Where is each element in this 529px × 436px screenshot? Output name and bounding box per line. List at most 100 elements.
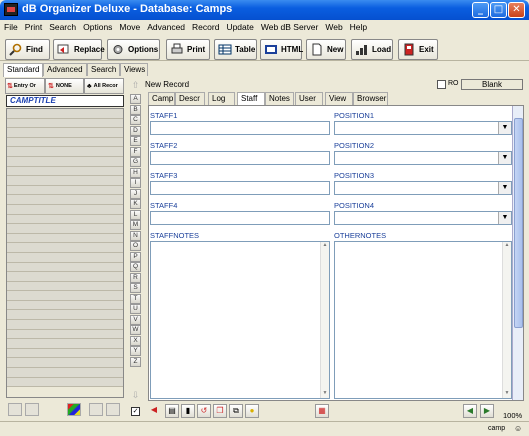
staff4-field[interactable] [150,211,330,225]
list-item[interactable] [7,185,123,196]
list-item[interactable] [7,214,123,225]
list-item[interactable] [7,195,123,205]
list-item[interactable] [7,224,123,234]
list-item[interactable] [7,243,123,253]
html-button[interactable]: HTML [260,39,303,60]
alpha-j[interactable]: J [130,188,141,199]
first-page-icon[interactable] [8,403,22,416]
tab-notes[interactable]: Notes [265,92,294,105]
form-scrollbar[interactable] [512,106,523,400]
trash-icon[interactable]: ▮ [181,404,195,418]
menu-file[interactable]: File [0,20,21,32]
alpha-f[interactable]: F [130,146,141,157]
copy-record-icon[interactable]: ⧉ [229,404,243,418]
alpha-v[interactable]: V [130,314,141,325]
staff1-field[interactable] [150,121,330,135]
blank-button[interactable]: Blank [461,79,523,90]
load-button[interactable]: Load [351,39,393,60]
next-page-icon[interactable] [89,403,103,416]
duplicate-record-icon[interactable]: ❐ [213,404,227,418]
list-item[interactable] [7,204,123,215]
tab-camp[interactable]: Camp [148,92,175,105]
alpha-b[interactable]: B [130,104,141,115]
menu-web-db-server[interactable]: Web dB Server [257,20,321,32]
list-item[interactable] [7,329,123,340]
staff2-field[interactable] [150,151,330,165]
tab-staff[interactable]: Staff [237,92,265,106]
tab-user[interactable]: User [295,92,323,105]
list-item[interactable] [7,320,123,330]
alpha-i[interactable]: I [130,178,141,188]
menu-help[interactable]: Help [346,20,370,32]
position2-select[interactable]: ▼ [334,151,512,165]
close-button[interactable]: ✕ [508,2,525,18]
undo-icon[interactable]: ↺ [197,404,211,418]
lightbulb-icon[interactable]: ● [245,404,259,418]
alpha-x[interactable]: X [130,335,141,346]
print-record-icon[interactable]: ▤ [165,404,179,418]
list-item[interactable] [7,128,123,138]
othernotes-scrollbar[interactable]: ▲ ▼ [502,242,511,398]
alpha-q[interactable]: Q [130,262,141,272]
alpha-k[interactable]: K [130,199,141,209]
scroll-up-icon[interactable]: ▲ [321,242,329,250]
list-item[interactable] [7,272,123,282]
list-item[interactable] [7,281,123,292]
exit-button[interactable]: Exit [398,39,438,60]
list-item[interactable] [7,339,123,349]
none-button[interactable]: ⇅ NONE [45,78,84,94]
tab-descr[interactable]: Descr [175,92,205,105]
tab-advanced[interactable]: Advanced [43,63,87,76]
alpha-s[interactable]: S [130,283,141,293]
alpha-g[interactable]: G [130,157,141,167]
read-only-checkbox[interactable] [437,80,446,89]
alpha-n[interactable]: N [130,230,141,241]
new-button[interactable]: New [306,39,346,60]
list-item[interactable] [7,300,123,311]
tab-standard[interactable]: Standard [3,63,43,77]
list-item[interactable] [7,118,123,129]
menu-update[interactable]: Update [222,20,256,32]
export-icon[interactable]: ▦ [315,404,329,418]
tab-search[interactable]: Search [87,63,120,76]
options-button[interactable]: Options [107,39,160,60]
list-item[interactable] [7,109,123,119]
table-button[interactable]: Table [214,39,257,60]
position1-select[interactable]: ▼ [334,121,512,135]
menu-move[interactable]: Move [115,20,143,32]
prev-page-icon[interactable] [25,403,39,416]
menu-record[interactable]: Record [188,20,222,32]
chevron-down-icon[interactable]: ▼ [498,152,511,164]
list-item[interactable] [7,233,123,244]
select-checkbox[interactable]: ✓ [131,407,140,416]
list-item[interactable] [7,348,123,359]
list-item[interactable] [7,137,123,148]
back-arrow-icon[interactable]: ◀ [147,404,161,418]
othernotes-textarea[interactable]: ▲ ▼ [334,241,512,399]
scroll-down-icon[interactable]: ⇩ [130,390,141,401]
print-button[interactable]: Print [166,39,210,60]
list-item[interactable] [7,147,123,157]
all-records-button[interactable]: ♣ All Recor [84,78,124,94]
menu-web[interactable]: Web [321,20,345,32]
alpha-w[interactable]: W [130,325,141,335]
staffnotes-scrollbar[interactable]: ▲ ▼ [320,242,329,398]
tab-views[interactable]: Views [120,63,148,76]
last-page-icon[interactable] [106,403,120,416]
menu-advanced[interactable]: Advanced [143,20,188,32]
alpha-u[interactable]: U [130,304,141,314]
tab-log[interactable]: Log [208,92,235,105]
position4-select[interactable]: ▼ [334,211,512,225]
alpha-d[interactable]: D [130,125,141,136]
list-item[interactable] [7,358,123,369]
record-list[interactable] [6,108,124,398]
scroll-down-icon[interactable]: ▼ [321,390,329,398]
alpha-z[interactable]: Z [130,356,141,367]
scroll-up-icon[interactable]: ⇧ [130,80,141,91]
alpha-o[interactable]: O [130,241,141,251]
alpha-a[interactable]: A [130,94,141,104]
menu-options[interactable]: Options [79,20,115,32]
scroll-down-icon[interactable]: ▼ [503,390,511,398]
staffnotes-textarea[interactable]: ▲ ▼ [150,241,330,399]
alpha-y[interactable]: Y [130,346,141,356]
